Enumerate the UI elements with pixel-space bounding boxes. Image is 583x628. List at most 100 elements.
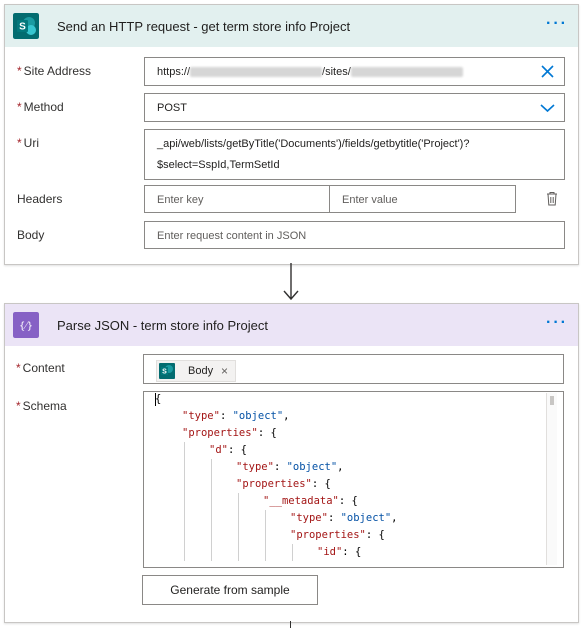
header-key-input[interactable]: Enter key <box>144 185 330 213</box>
schema-code-line: "d": { <box>151 442 551 459</box>
site-address-label: * Site Address <box>17 64 92 78</box>
text-cursor <box>155 392 157 406</box>
indent-guide <box>238 544 239 561</box>
json-separator: : <box>227 444 241 456</box>
indent-guide <box>238 510 239 527</box>
redacted-site <box>350 67 463 78</box>
json-punctuation: , <box>283 410 290 422</box>
json-separator: : <box>365 529 379 541</box>
headers-label: Headers <box>17 192 63 206</box>
schema-label: * Schema <box>16 399 67 413</box>
schema-code-line: "type": "object", <box>151 510 551 527</box>
generate-from-sample-button[interactable]: Generate from sample <box>142 575 318 605</box>
indent-guide <box>211 493 212 510</box>
json-punctuation: , <box>337 461 344 473</box>
json-key: "type" <box>182 410 220 422</box>
indent-guide <box>211 527 212 544</box>
sharepoint-icon: S <box>159 363 175 379</box>
json-punctuation: , <box>391 512 398 524</box>
json-separator: : <box>342 546 355 558</box>
parse-json-action-header[interactable]: {⁄} Parse JSON - term store info Project… <box>5 304 578 346</box>
remove-token-button[interactable]: × <box>221 364 228 378</box>
json-key: "id" <box>317 546 343 558</box>
schema-code-line: "properties": { <box>151 476 551 493</box>
json-separator: : <box>257 427 271 439</box>
indent-guide <box>265 527 266 544</box>
indent-guide <box>265 510 266 527</box>
indent-guide <box>265 544 266 561</box>
body-input[interactable]: Enter request content in JSON <box>144 221 565 249</box>
json-punctuation: { <box>351 495 358 507</box>
content-field[interactable]: S Body × <box>143 354 564 384</box>
site-address-field[interactable]: https:///sites/ <box>144 57 565 86</box>
body-token[interactable]: S Body × <box>156 360 236 382</box>
connector-line <box>290 621 291 628</box>
uri-line-2: $select=SspId,TermSetId <box>157 159 280 171</box>
schema-scrollbar[interactable] <box>546 393 557 565</box>
http-request-action-header[interactable]: S Send an HTTP request - get term store … <box>5 5 578 47</box>
indent-guide <box>184 544 185 561</box>
json-separator: : <box>273 461 287 473</box>
json-key: "properties" <box>290 529 366 541</box>
parse-json-icon: {⁄} <box>13 312 39 338</box>
clear-x-icon[interactable] <box>541 65 554 78</box>
indent-guide <box>211 544 212 561</box>
indent-guide <box>184 476 185 493</box>
uri-label: * Uri <box>17 136 39 150</box>
svg-text:S: S <box>162 369 167 376</box>
schema-code: {"type": "object", "properties": {"d": {"… <box>151 391 551 565</box>
content-label: * Content <box>16 361 65 375</box>
parse-json-action-title: Parse JSON - term store info Project <box>57 318 268 333</box>
schema-code-line: { <box>151 391 551 408</box>
more-options-button[interactable]: ··· <box>546 314 568 332</box>
indent-guide <box>238 527 239 544</box>
scrollbar-thumb[interactable] <box>550 396 554 405</box>
json-punctuation: { <box>270 427 277 439</box>
schema-code-line: "type": "object", <box>151 459 551 476</box>
schema-code-lines: {"type": "object", "properties": {"d": {"… <box>151 391 551 561</box>
schema-code-line: "properties": { <box>151 425 551 442</box>
json-punctuation: { <box>378 529 385 541</box>
http-request-action-card: S Send an HTTP request - get term store … <box>4 4 579 265</box>
method-dropdown[interactable]: POST <box>144 93 565 122</box>
uri-field[interactable]: _api/web/lists/getByTitle('Documents')/f… <box>144 129 565 180</box>
json-key: "type" <box>236 461 274 473</box>
more-options-button[interactable]: ··· <box>546 15 568 33</box>
json-separator: : <box>311 478 325 490</box>
redacted-host <box>190 67 323 78</box>
json-key: "type" <box>290 512 328 524</box>
json-value: "object" <box>340 512 392 524</box>
json-key: "properties" <box>182 427 258 439</box>
chevron-down-icon <box>540 104 555 113</box>
body-label: Body <box>17 228 45 242</box>
indent-guide <box>292 544 293 561</box>
json-punctuation: { <box>240 444 247 456</box>
json-punctuation: { <box>324 478 331 490</box>
method-label: * Method <box>17 100 64 114</box>
indent-guide <box>211 510 212 527</box>
indent-guide <box>184 459 185 476</box>
json-key: "properties" <box>236 478 312 490</box>
indent-guide <box>184 527 185 544</box>
json-separator: : <box>219 410 233 422</box>
body-token-label: Body <box>188 365 214 377</box>
json-key: "d" <box>209 444 228 456</box>
json-value: "object" <box>232 410 284 422</box>
svg-text:{⁄}: {⁄} <box>19 321 33 332</box>
json-key: "__metadata" <box>263 495 339 507</box>
header-value-input[interactable]: Enter value <box>329 185 516 213</box>
site-address-value: https:///sites/ <box>157 66 463 78</box>
sharepoint-icon: S <box>13 13 39 39</box>
schema-code-line: "properties": { <box>151 527 551 544</box>
delete-icon[interactable] <box>545 191 559 206</box>
indent-guide <box>211 476 212 493</box>
indent-guide <box>184 493 185 510</box>
json-value: "object" <box>286 461 338 473</box>
indent-guide <box>211 459 212 476</box>
json-punctuation: { <box>354 546 362 558</box>
method-value: POST <box>157 102 187 114</box>
http-request-action-title: Send an HTTP request - get term store in… <box>57 19 351 34</box>
indent-guide <box>184 510 185 527</box>
uri-line-1: _api/web/lists/getByTitle('Documents')/f… <box>157 138 470 150</box>
svg-text:S: S <box>19 22 26 33</box>
